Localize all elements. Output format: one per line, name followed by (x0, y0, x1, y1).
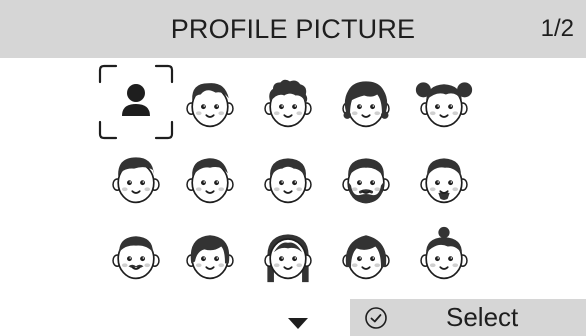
avatar-man-mustache[interactable] (98, 216, 174, 292)
face-icon (112, 157, 160, 204)
avatar-man-side-part[interactable] (98, 140, 174, 216)
avatar-woman-bun[interactable] (406, 216, 482, 292)
avatar-placeholder[interactable] (98, 64, 174, 140)
face-icon (342, 158, 390, 204)
avatar-woman-long-hair[interactable] (250, 216, 326, 292)
check-circle-icon (365, 307, 387, 329)
face-icon (342, 235, 390, 280)
face-icon (264, 79, 312, 128)
face-icon (186, 83, 234, 128)
page-title: PROFILE PICTURE (170, 13, 416, 44)
face-icon (264, 158, 312, 204)
face-icon (342, 81, 390, 128)
page-indicator: 1/2 (540, 15, 574, 42)
avatar-woman-short-hair[interactable] (172, 216, 248, 292)
person-placeholder-icon (98, 64, 174, 140)
avatar-girl-curly-bob[interactable] (328, 64, 404, 140)
face-icon (415, 82, 473, 128)
avatar-man-neat-hair[interactable] (250, 140, 326, 216)
avatar-woman-bob[interactable] (328, 216, 404, 292)
face-icon (420, 226, 468, 280)
avatar-man-swept-hair[interactable] (172, 64, 248, 140)
face-icon (112, 236, 160, 280)
select-button[interactable]: Select (350, 299, 586, 336)
avatar-man-goatee[interactable] (406, 140, 482, 216)
avatar-grid (0, 58, 586, 298)
avatar-curly-hair[interactable] (250, 64, 326, 140)
avatar-girl-pigtails[interactable] (406, 64, 482, 140)
face-icon (186, 158, 234, 204)
face-icon (420, 158, 468, 204)
header-bar: PROFILE PICTURE 1/2 (0, 0, 586, 58)
select-label: Select (446, 302, 519, 332)
avatar-man-beard[interactable] (328, 140, 404, 216)
face-icon (186, 235, 234, 280)
avatar-man-short-hair[interactable] (172, 140, 248, 216)
face-icon (264, 234, 312, 283)
triangle-down-icon[interactable] (288, 318, 308, 329)
